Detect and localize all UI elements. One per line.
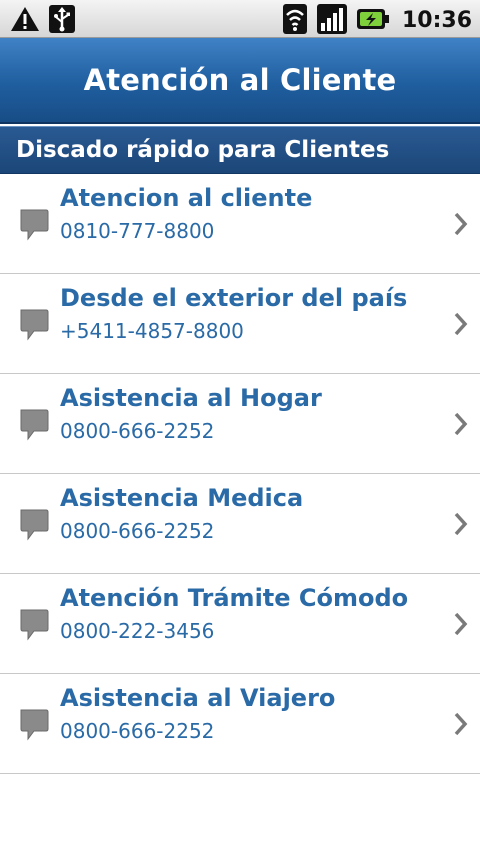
chevron-right-icon: [452, 711, 468, 737]
contact-row[interactable]: Desde el exterior del país +5411-4857-88…: [0, 274, 480, 374]
chevron-right-icon: [452, 211, 468, 237]
page-title: Atención al Cliente: [83, 63, 397, 97]
contact-phone: 0800-666-2252: [60, 519, 215, 543]
warning-icon: [10, 5, 40, 37]
contact-row[interactable]: Asistencia al Hogar 0800-666-2252: [0, 374, 480, 474]
chat-bubble-icon: [18, 407, 50, 443]
chevron-right-icon: [452, 611, 468, 637]
contact-phone: 0810-777-8800: [60, 219, 215, 243]
clock-time: 10:36: [401, 8, 472, 33]
contact-row[interactable]: Asistencia al Viajero 0800-666-2252: [0, 674, 480, 774]
contact-name: Atención Trámite Cómodo: [60, 584, 409, 612]
chevron-right-icon: [452, 311, 468, 337]
signal-icon: [316, 3, 348, 39]
contact-row[interactable]: Asistencia Medica 0800-666-2252: [0, 474, 480, 574]
contact-row[interactable]: Atencion al cliente 0810-777-8800: [0, 174, 480, 274]
section-header: Discado rápido para Clientes: [0, 126, 480, 174]
battery-charging-icon: [356, 6, 390, 36]
contact-name: Asistencia Medica: [60, 484, 304, 512]
section-title: Discado rápido para Clientes: [16, 137, 390, 163]
status-bar: 10:36: [0, 0, 480, 38]
contact-phone: 0800-222-3456: [60, 619, 215, 643]
chat-bubble-icon: [18, 207, 50, 243]
chevron-right-icon: [452, 511, 468, 537]
contact-name: Asistencia al Hogar: [60, 384, 322, 412]
usb-icon: [48, 4, 76, 38]
contact-list: Atencion al cliente 0810-777-8800 Desde …: [0, 174, 480, 774]
contact-phone: +5411-4857-8800: [60, 319, 244, 343]
chat-bubble-icon: [18, 707, 50, 743]
contact-name: Desde el exterior del país: [60, 284, 408, 312]
contact-phone: 0800-666-2252: [60, 419, 215, 443]
wifi-icon: [282, 3, 308, 39]
chevron-right-icon: [452, 411, 468, 437]
chat-bubble-icon: [18, 307, 50, 343]
contact-row[interactable]: Atención Trámite Cómodo 0800-222-3456: [0, 574, 480, 674]
contact-name: Asistencia al Viajero: [60, 684, 336, 712]
contact-phone: 0800-666-2252: [60, 719, 215, 743]
contact-name: Atencion al cliente: [60, 184, 313, 212]
app-header: Atención al Cliente: [0, 38, 480, 124]
chat-bubble-icon: [18, 507, 50, 543]
chat-bubble-icon: [18, 607, 50, 643]
